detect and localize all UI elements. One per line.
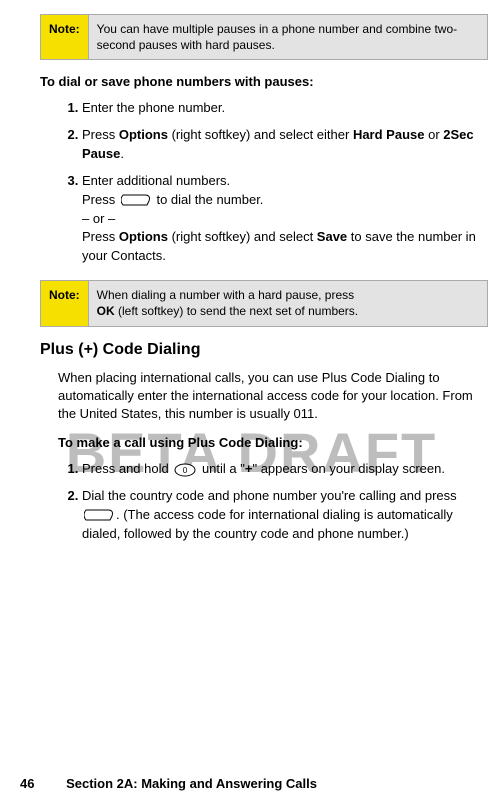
note-box-1: Note: You can have multiple pauses in a …: [40, 14, 488, 60]
page-number: 46: [20, 776, 34, 791]
text: or: [424, 127, 443, 142]
section-title: Section 2A: Making and Answering Calls: [66, 776, 317, 791]
text: . (The access code for international dia…: [82, 507, 453, 541]
zero-key-icon: 0: [174, 463, 196, 477]
text: – or –: [82, 211, 115, 226]
heading-plus-code: Plus (+) Code Dialing: [40, 341, 488, 359]
options-label: Options: [119, 229, 168, 244]
text: (left softkey) to send the next set of n…: [115, 304, 358, 318]
text: Dial the country code and phone number y…: [82, 488, 457, 503]
text: Press: [82, 192, 119, 207]
talk-key-icon: [121, 193, 151, 207]
step-item: Enter additional numbers. Press to dial …: [82, 172, 488, 266]
text: Press and hold: [82, 461, 172, 476]
text: " appears on your display screen.: [252, 461, 445, 476]
text: Press: [82, 229, 119, 244]
note-label: Note:: [41, 281, 89, 325]
note-text: When dialing a number with a hard pause,…: [89, 281, 487, 325]
ok-label: OK: [97, 304, 115, 318]
text: When dialing a number with a hard pause,…: [97, 288, 354, 302]
text: (right softkey) and select either: [168, 127, 353, 142]
talk-key-icon: [84, 508, 114, 522]
text: .: [120, 146, 124, 161]
text: Press: [82, 127, 119, 142]
step-item: Dial the country code and phone number y…: [82, 487, 488, 544]
steps-list-2: Press and hold 0 until a "+" appears on …: [58, 460, 488, 543]
text: Enter additional numbers.: [82, 173, 230, 188]
note-box-2: Note: When dialing a number with a hard …: [40, 280, 488, 326]
svg-text:0: 0: [183, 466, 188, 475]
hard-pause-label: Hard Pause: [353, 127, 425, 142]
save-label: Save: [317, 229, 347, 244]
page-footer: 46 Section 2A: Making and Answering Call…: [20, 776, 483, 791]
options-label: Options: [119, 127, 168, 142]
step-item: Enter the phone number.: [82, 99, 488, 118]
heading-make-call: To make a call using Plus Code Dialing:: [58, 435, 488, 450]
body-paragraph: When placing international calls, you ca…: [58, 369, 488, 424]
step-item: Press and hold 0 until a "+" appears on …: [82, 460, 488, 479]
text: (right softkey) and select: [168, 229, 317, 244]
step-item: Press Options (right softkey) and select…: [82, 126, 488, 164]
heading-dial-save: To dial or save phone numbers with pause…: [40, 74, 488, 89]
note-text: You can have multiple pauses in a phone …: [89, 15, 487, 59]
steps-list-1: Enter the phone number. Press Options (r…: [58, 99, 488, 266]
note-label: Note:: [41, 15, 89, 59]
text: to dial the number.: [153, 192, 264, 207]
text: until a ": [198, 461, 245, 476]
